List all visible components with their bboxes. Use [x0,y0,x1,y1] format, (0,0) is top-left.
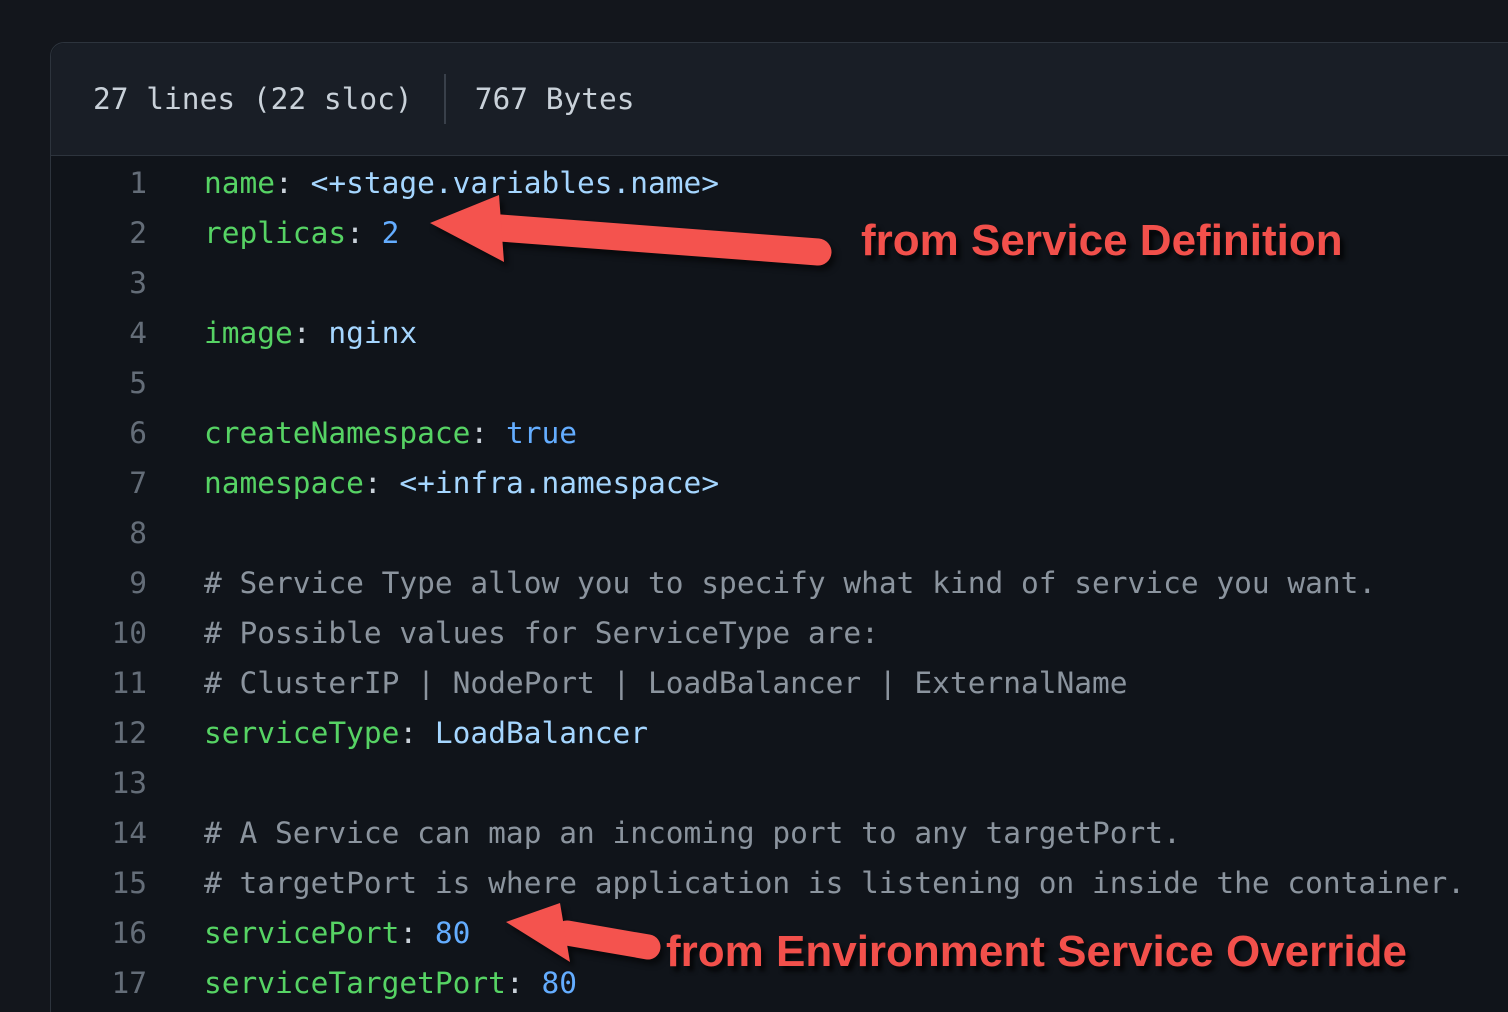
code-line: 8 [51,508,1508,558]
code-text: # targetPort is where application is lis… [147,858,1465,908]
line-number[interactable]: 2 [51,208,147,258]
code-text: image: nginx [147,308,417,358]
line-number[interactable]: 17 [51,958,147,1008]
code-line: 9# Service Type allow you to specify wha… [51,558,1508,608]
code-text [147,358,204,408]
file-size: 767 Bytes [475,82,635,116]
code-line: 1name: <+stage.variables.name> [51,158,1508,208]
line-number[interactable]: 5 [51,358,147,408]
line-number[interactable]: 8 [51,508,147,558]
line-number[interactable]: 14 [51,808,147,858]
code-line: 7namespace: <+infra.namespace> [51,458,1508,508]
code-line: 3 [51,258,1508,308]
code-line: 2replicas: 2 [51,208,1508,258]
code-text: createNamespace: true [147,408,577,458]
code-text: name: <+stage.variables.name> [147,158,719,208]
code-line: 17serviceTargetPort: 80 [51,958,1508,1008]
code-line: 12serviceType: LoadBalancer [51,708,1508,758]
line-number[interactable]: 11 [51,658,147,708]
code-text: servicePort: 80 [147,908,470,958]
line-number[interactable]: 3 [51,258,147,308]
code-text: serviceType: LoadBalancer [147,708,648,758]
code-text: # ClusterIP | NodePort | LoadBalancer | … [147,658,1128,708]
file-header: 27 lines (22 sloc) 767 Bytes [51,43,1508,156]
line-number[interactable]: 4 [51,308,147,358]
line-number[interactable]: 1 [51,158,147,208]
page-background: 27 lines (22 sloc) 767 Bytes 1name: <+st… [0,0,1508,1012]
code-text: namespace: <+infra.namespace> [147,458,719,508]
code-line: 11# ClusterIP | NodePort | LoadBalancer … [51,658,1508,708]
code-area: 1name: <+stage.variables.name>2replicas:… [51,156,1508,1008]
code-line: 14# A Service can map an incoming port t… [51,808,1508,858]
file-lines-info: 27 lines (22 sloc) [93,82,413,116]
code-text [147,508,204,558]
line-number[interactable]: 9 [51,558,147,608]
code-line: 16servicePort: 80 [51,908,1508,958]
code-text: serviceTargetPort: 80 [147,958,577,1008]
header-divider [444,74,446,124]
code-line: 13 [51,758,1508,808]
code-text: replicas: 2 [147,208,399,258]
code-text: # A Service can map an incoming port to … [147,808,1181,858]
code-line: 10# Possible values for ServiceType are: [51,608,1508,658]
code-line: 4image: nginx [51,308,1508,358]
code-line: 15# targetPort is where application is l… [51,858,1508,908]
line-number[interactable]: 6 [51,408,147,458]
line-number[interactable]: 12 [51,708,147,758]
code-line: 6createNamespace: true [51,408,1508,458]
line-number[interactable]: 16 [51,908,147,958]
file-viewer-panel: 27 lines (22 sloc) 767 Bytes 1name: <+st… [50,42,1508,1012]
code-text: # Service Type allow you to specify what… [147,558,1376,608]
line-number[interactable]: 7 [51,458,147,508]
line-number[interactable]: 15 [51,858,147,908]
line-number[interactable]: 13 [51,758,147,808]
code-text: # Possible values for ServiceType are: [147,608,879,658]
code-text [147,258,204,308]
code-text [147,758,204,808]
line-number[interactable]: 10 [51,608,147,658]
code-line: 5 [51,358,1508,408]
